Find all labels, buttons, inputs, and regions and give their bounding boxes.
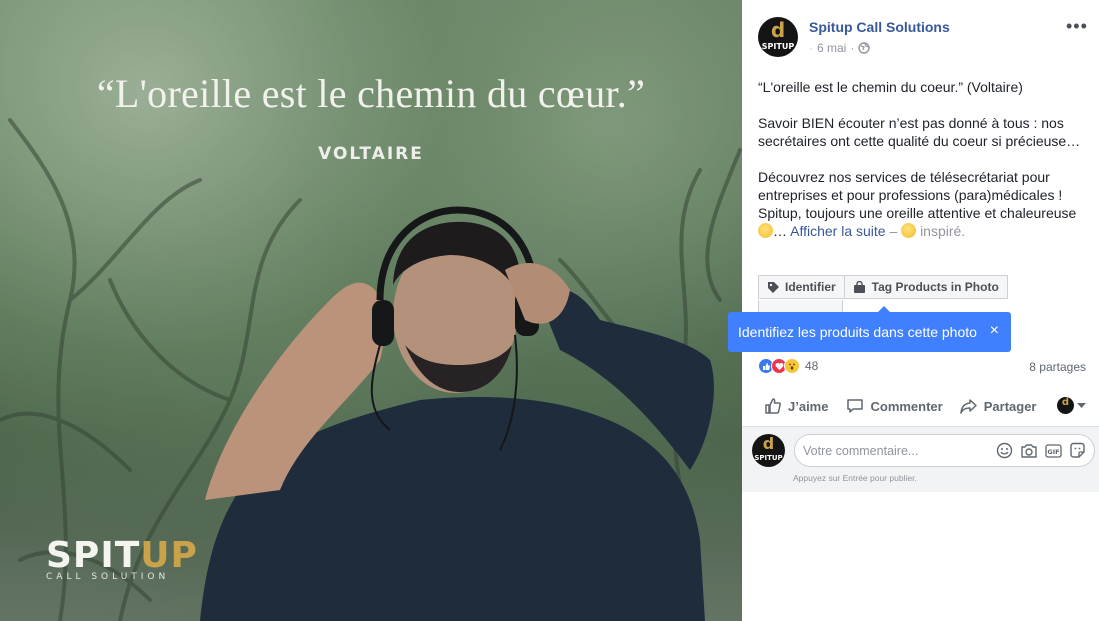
reactions-summary[interactable]: 48 xyxy=(758,358,818,374)
photo-quote: “L'oreille est le chemin du cœur.” xyxy=(96,71,646,116)
tag-products-tooltip: Identifiez les produits dans cette photo… xyxy=(728,306,1011,352)
post-options-button[interactable]: ••• xyxy=(1066,16,1088,37)
thumbs-up-icon xyxy=(765,398,781,414)
post-paragraph-3-text: Découvrez nos services de télésecrétaria… xyxy=(758,169,1077,221)
comment-tools: GIF xyxy=(996,442,1086,459)
ellipsis: … xyxy=(773,223,787,239)
mini-avatar-letter: d xyxy=(1061,397,1070,408)
inspired-emoji-icon xyxy=(901,223,917,238)
close-icon[interactable]: × xyxy=(990,322,999,340)
like-button[interactable]: J’aime xyxy=(764,397,828,415)
comment-hint: Appuyez sur Entrée pour publier. xyxy=(793,473,917,483)
share-button[interactable]: Partager xyxy=(959,397,1037,415)
chevron-down-icon xyxy=(1077,402,1086,408)
comment-button[interactable]: Commenter xyxy=(846,397,943,415)
smile-emoji-icon xyxy=(758,223,773,238)
sticker-icon[interactable] xyxy=(1069,442,1086,459)
post-meta: · 6 mai · xyxy=(809,41,871,55)
wow-reaction-icon xyxy=(784,358,800,374)
logo-text-up: UP xyxy=(140,535,198,576)
commenter-avatar: d SPITUP xyxy=(752,434,785,467)
post-paragraph-2: Savoir BIEN écouter n’est pas donné à to… xyxy=(758,115,1081,149)
shares-count-link[interactable]: 8 partages xyxy=(1029,360,1086,374)
avatar-logo-letter: d xyxy=(770,18,786,42)
like-label: J’aime xyxy=(788,398,829,414)
post-paragraph-1: “L'oreille est le chemin du coeur.” (Vol… xyxy=(758,79,1023,95)
post-actions-bar: J’aime Commenter Partager d xyxy=(758,386,1086,426)
tooltip-text: Identifiez les produits dans cette photo xyxy=(738,324,977,340)
commenter-avatar-text: SPITUP xyxy=(754,454,783,462)
meta-dot: · xyxy=(809,41,813,55)
post-as-avatar: d xyxy=(1057,397,1074,414)
avatar-logo-text: SPITUP xyxy=(761,42,795,51)
reaction-count: 48 xyxy=(805,359,819,373)
meta-dot: · xyxy=(850,41,855,55)
tag-products-button[interactable]: Tag Products in Photo xyxy=(844,275,1008,299)
post-photo[interactable]: “L'oreille est le chemin du cœur.” VOLTA… xyxy=(0,0,742,621)
emoji-picker-icon[interactable] xyxy=(996,442,1013,459)
camera-icon[interactable] xyxy=(1020,443,1038,459)
post-as-selector[interactable]: d xyxy=(1057,397,1086,414)
page-name-link[interactable]: Spitup Call Solutions xyxy=(809,19,950,35)
identify-label: Identifier xyxy=(785,280,836,294)
comment-bubble-icon xyxy=(847,399,864,413)
share-arrow-icon xyxy=(959,399,977,414)
logo-text-spit: SPIT xyxy=(46,535,141,576)
spitup-logo-watermark: SPITUP CALL SOLUTION xyxy=(46,535,198,583)
post-date[interactable]: 6 mai xyxy=(817,41,846,55)
tag-icon xyxy=(768,281,779,293)
feeling-dash: – xyxy=(885,223,902,239)
gif-icon[interactable]: GIF xyxy=(1045,443,1062,459)
identify-button[interactable]: Identifier xyxy=(758,275,845,299)
post-paragraph-3: Découvrez nos services de télésecrétaria… xyxy=(758,168,1088,240)
photo-quote-author: VOLTAIRE xyxy=(318,144,424,164)
comment-label: Commenter xyxy=(870,398,943,414)
feeling-label: inspiré. xyxy=(920,223,966,239)
post-text: “L'oreille est le chemin du coeur.” (Vol… xyxy=(758,78,1088,240)
photo-tag-toolbar: Identifier Tag Products in Photo xyxy=(758,275,1008,299)
shopping-bag-icon xyxy=(853,280,865,293)
globe-icon[interactable] xyxy=(858,42,871,54)
share-label: Partager xyxy=(983,398,1037,414)
tag-products-label: Tag Products in Photo xyxy=(871,280,999,294)
see-more-link[interactable]: Afficher la suite xyxy=(790,223,885,239)
gif-label: GIF xyxy=(1047,448,1059,456)
comment-placeholder: Votre commentaire... xyxy=(803,443,919,458)
page-avatar[interactable]: d SPITUP xyxy=(758,17,798,57)
commenter-avatar-letter: d xyxy=(762,434,775,453)
